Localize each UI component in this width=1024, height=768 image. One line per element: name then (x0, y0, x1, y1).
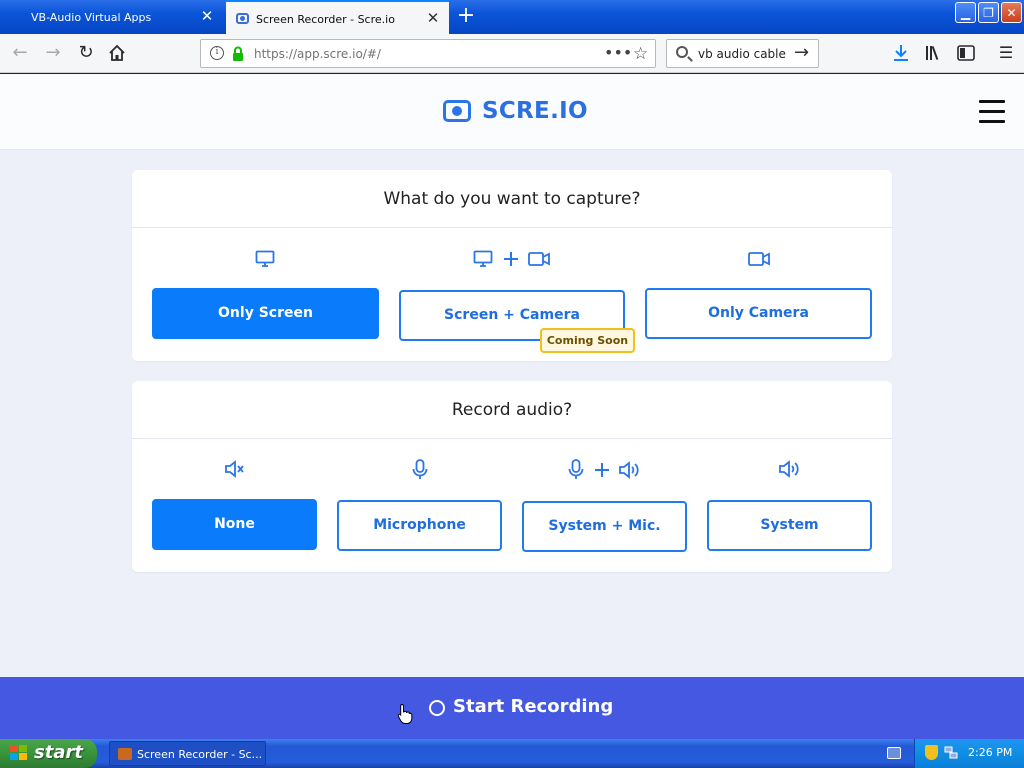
scre-io-favicon-icon (236, 13, 249, 24)
start-recording-label: Start Recording (453, 696, 614, 717)
capture-card: What do you want to capture? Only Screen… (132, 170, 892, 361)
tab-close-icon[interactable]: ✕ (425, 10, 441, 26)
new-tab-plus-icon[interactable]: + (455, 5, 477, 27)
system-tray: 2:26 PM (914, 739, 1024, 768)
audio-none-button[interactable]: None (152, 499, 317, 550)
browser-tab-strip: VB-Audio Virtual Apps ✕ Screen Recorder … (0, 0, 1024, 34)
minimize-icon[interactable]: ▁ (955, 2, 976, 23)
microphone-icon (412, 459, 428, 479)
speaker-icon (778, 460, 800, 480)
only-screen-button[interactable]: Only Screen (152, 288, 379, 339)
tab-title: Screen Recorder - Scre.io (256, 13, 395, 26)
audio-system-plus-mic-button[interactable]: System + Mic. (522, 501, 687, 552)
windows-flag-icon (10, 745, 28, 762)
capture-title: What do you want to capture? (132, 170, 892, 228)
url-text[interactable]: https://app.scre.io/#/ (254, 47, 381, 61)
forward-icon[interactable]: → (42, 42, 64, 64)
library-icon[interactable] (923, 42, 945, 64)
url-bar[interactable]: i https://app.scre.io/#/ ••• ☆ (200, 39, 656, 68)
record-circle-icon (429, 700, 445, 716)
sidebar-icon[interactable] (955, 42, 977, 64)
page-actions-icon[interactable]: ••• (604, 43, 632, 62)
hand-cursor-icon (397, 703, 413, 725)
hamburger-menu-icon[interactable] (979, 100, 1005, 124)
start-button[interactable]: start (0, 739, 97, 768)
search-input[interactable]: vb audio cable (698, 47, 786, 61)
clock: 2:26 PM (968, 746, 1013, 759)
download-icon[interactable] (890, 42, 912, 64)
security-shield-icon[interactable] (925, 745, 938, 760)
home-icon[interactable] (106, 42, 128, 64)
search-bar[interactable]: vb audio cable → (666, 39, 819, 68)
search-icon (676, 46, 688, 58)
navigation-toolbar: ← → ↻ i https://app.scre.io/#/ ••• ☆ vb … (0, 34, 1024, 73)
audio-title: Record audio? (132, 381, 892, 439)
bookmark-star-icon[interactable]: ☆ (633, 44, 648, 64)
audio-microphone-button[interactable]: Microphone (337, 500, 502, 551)
tab-title: VB-Audio Virtual Apps (31, 11, 152, 24)
window-close-icon[interactable]: ✕ (1001, 2, 1022, 23)
monitor-icon (255, 250, 275, 270)
tab-vb-audio[interactable]: VB-Audio Virtual Apps ✕ (0, 0, 224, 34)
mic-plus-speaker-icon (568, 459, 642, 479)
taskbar-item-label: Screen Recorder - Sc... (137, 748, 263, 761)
restore-icon[interactable]: ❐ (978, 2, 999, 23)
start-recording-button[interactable]: Start Recording (0, 677, 1024, 739)
tab-screen-recorder[interactable]: Screen Recorder - Scre.io ✕ (226, 0, 449, 34)
logo-text: SCRE.IO (482, 98, 588, 124)
taskbar-item-screen-recorder[interactable]: Screen Recorder - Sc... (109, 741, 266, 766)
audio-system-button[interactable]: System (707, 500, 872, 551)
tab-close-icon[interactable]: ✕ (199, 8, 215, 24)
lock-icon[interactable] (232, 46, 244, 61)
logo-camera-icon (443, 100, 471, 122)
reload-icon[interactable]: ↻ (75, 42, 97, 64)
start-label: start (34, 742, 83, 763)
monitor-plus-camera-icon (473, 250, 551, 270)
speaker-mute-icon (224, 460, 244, 480)
site-header: SCRE.IO (0, 74, 1024, 150)
back-icon[interactable]: ← (9, 42, 31, 64)
keyboard-icon[interactable] (887, 747, 901, 759)
scre-io-page: SCRE.IO What do you want to capture? Onl… (0, 74, 1024, 677)
windows-taskbar: start Screen Recorder - Sc... 2:26 PM (0, 739, 1024, 768)
only-camera-button[interactable]: Only Camera (645, 288, 872, 339)
logo[interactable]: SCRE.IO (443, 98, 588, 124)
video-camera-icon (748, 250, 770, 270)
firefox-icon (118, 748, 132, 760)
info-icon[interactable]: i (210, 46, 224, 60)
menu-icon[interactable]: ☰ (995, 42, 1017, 64)
network-icon[interactable] (944, 745, 958, 759)
window-controls: ▁ ❐ ✕ (955, 2, 1022, 23)
coming-soon-badge: Coming Soon (540, 328, 635, 353)
search-go-arrow-icon[interactable]: → (794, 42, 809, 63)
audio-card: Record audio? None Microphone System + M… (132, 381, 892, 572)
